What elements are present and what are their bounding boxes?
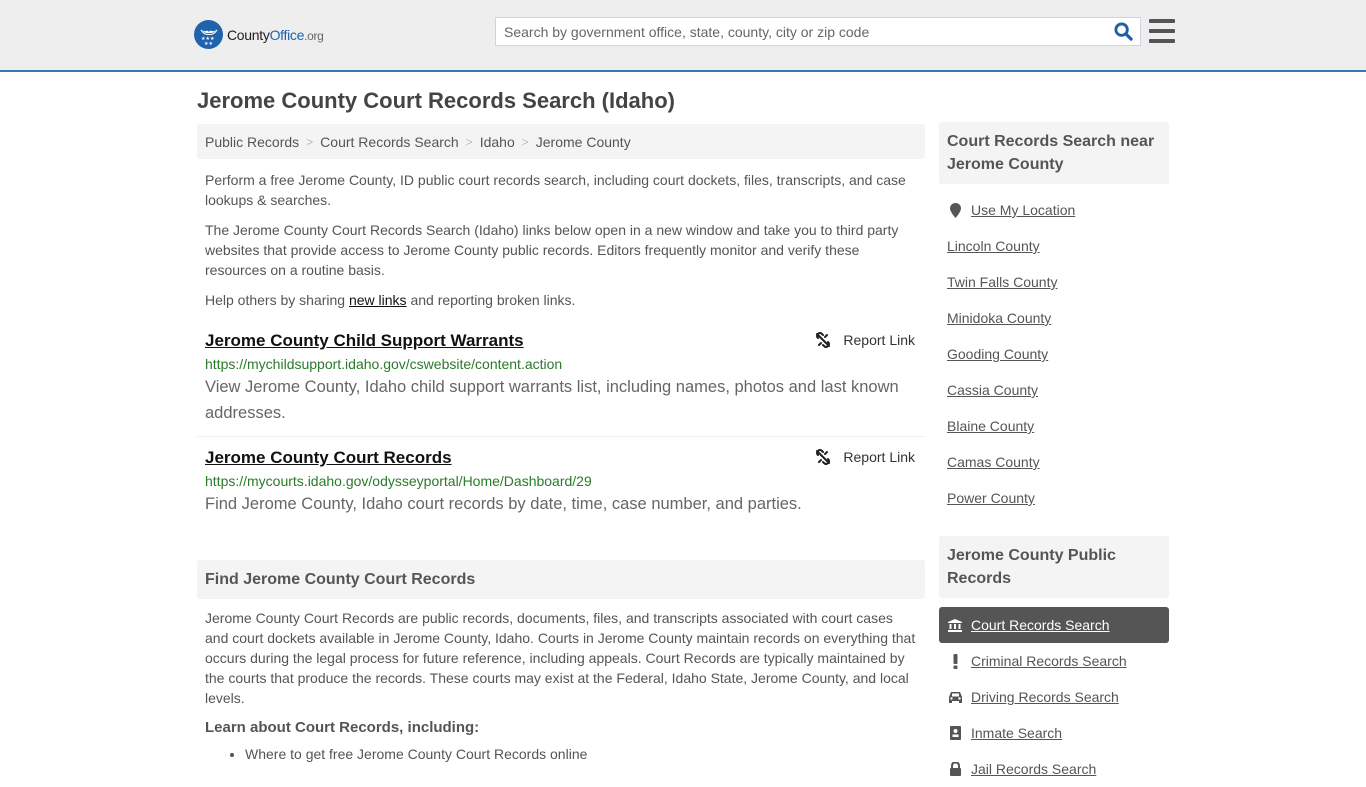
map-marker-icon [947,202,963,218]
breadcrumb-idaho[interactable]: Idaho [480,134,515,150]
records-link[interactable]: Inmate Search [971,725,1062,741]
hamburger-menu-button[interactable] [1149,19,1175,43]
result-item: Jerome County Court Records Report Link … [197,447,925,517]
svg-text:★★: ★★ [204,41,213,45]
nearby-county-link[interactable]: Power County [947,490,1035,506]
find-records-heading: Find Jerome County Court Records [197,560,925,599]
menu-icon-bar [1149,39,1175,43]
nearby-county-link[interactable]: Cassia County [947,382,1038,398]
id-badge-icon [947,726,963,740]
result-url: https://mycourts.idaho.gov/odysseyportal… [205,473,592,489]
sidebar: Court Records Search near Jerome County … [939,122,1169,787]
broken-link-icon [816,449,831,465]
nearby-county-item: Camas County [939,444,1169,480]
report-link-button[interactable]: Report Link [815,449,915,465]
intro-paragraph: The Jerome County Court Records Search (… [205,222,899,278]
report-link-label: Report Link [843,449,915,465]
breadcrumb-public-records[interactable]: Public Records [205,134,299,150]
nearby-county-item: Power County [939,480,1169,516]
records-link[interactable]: Criminal Records Search [971,653,1127,669]
search-button[interactable] [1106,18,1140,45]
site-logo[interactable]: ★★★ ★★ CountyOffice.org [194,20,324,49]
records-link[interactable]: Jail Records Search [971,761,1096,777]
use-my-location-item: Use My Location [939,192,1169,228]
eagle-logo-icon: ★★★ ★★ [194,20,223,49]
records-item-criminal-records[interactable]: Criminal Records Search [939,643,1169,679]
learn-heading: Learn about Court Records, including: [205,719,480,736]
breadcrumb: Public Records > Court Records Search > … [197,124,925,159]
result-description: View Jerome County, Idaho child support … [205,378,899,422]
breadcrumb-separator: > [521,134,529,149]
records-link[interactable]: Driving Records Search [971,689,1119,705]
logo-wordmark: CountyOffice.org [227,26,324,43]
page-title: Jerome County Court Records Search (Idah… [197,88,675,113]
car-icon [947,691,963,703]
use-my-location-link[interactable]: Use My Location [971,202,1075,218]
nearby-county-link[interactable]: Blaine County [947,418,1034,434]
nearby-county-item: Gooding County [939,336,1169,372]
records-link[interactable]: Court Records Search [971,617,1110,633]
breadcrumb-separator: > [306,134,314,149]
main-content: Public Records > Court Records Search > … [197,124,925,764]
learn-list: Where to get free Jerome County Court Re… [197,744,925,764]
result-title-link[interactable]: Jerome County Court Records [205,447,452,469]
nearby-heading: Court Records Search near Jerome County [939,122,1169,184]
site-header: ★★★ ★★ CountyOffice.org [0,0,1366,72]
menu-icon-bar [1149,29,1175,33]
nearby-county-item: Blaine County [939,408,1169,444]
nearby-county-item: Cassia County [939,372,1169,408]
nearby-county-item: Minidoka County [939,300,1169,336]
records-item-jail-records[interactable]: Jail Records Search [939,751,1169,787]
courthouse-icon [947,618,963,632]
nearby-list: Use My Location Lincoln County Twin Fall… [939,192,1169,516]
menu-icon-bar [1149,19,1175,23]
find-records-body: Jerome County Court Records are public r… [205,610,916,706]
nearby-county-link[interactable]: Lincoln County [947,238,1040,254]
nearby-county-link[interactable]: Gooding County [947,346,1048,362]
learn-list-item: Where to get free Jerome County Court Re… [245,744,925,764]
nearby-county-item: Twin Falls County [939,264,1169,300]
result-title-link[interactable]: Jerome County Child Support Warrants [205,330,524,352]
result-item: Jerome County Child Support Warrants Rep… [197,330,925,437]
lock-icon [947,762,963,776]
breadcrumb-jerome-county[interactable]: Jerome County [536,134,631,150]
intro-text: Perform a free Jerome County, ID public … [197,170,925,310]
breadcrumb-court-records-search[interactable]: Court Records Search [320,134,459,150]
search-input[interactable] [496,18,1106,45]
exclamation-icon [947,653,963,669]
search-box [495,17,1141,46]
nearby-county-item: Lincoln County [939,228,1169,264]
intro-paragraph: Perform a free Jerome County, ID public … [205,172,906,208]
breadcrumb-separator: > [465,134,473,149]
report-link-button[interactable]: Report Link [815,332,915,348]
result-description: Find Jerome County, Idaho court records … [205,495,802,513]
records-item-driving-records[interactable]: Driving Records Search [939,679,1169,715]
search-icon [1113,22,1133,41]
public-records-heading: Jerome County Public Records [939,536,1169,598]
nearby-county-link[interactable]: Minidoka County [947,310,1051,326]
records-item-court-records[interactable]: Court Records Search [939,607,1169,643]
result-url: https://mychildsupport.idaho.gov/cswebsi… [205,356,563,372]
records-item-inmate-search[interactable]: Inmate Search [939,715,1169,751]
report-link-label: Report Link [843,332,915,348]
share-links-paragraph: Help others by sharing new links and rep… [205,292,576,308]
nearby-county-link[interactable]: Twin Falls County [947,274,1057,290]
nearby-county-link[interactable]: Camas County [947,454,1040,470]
new-links-link[interactable]: new links [349,292,407,308]
broken-link-icon [816,332,831,348]
public-records-list: Court Records Search Criminal Records Se… [939,607,1169,787]
